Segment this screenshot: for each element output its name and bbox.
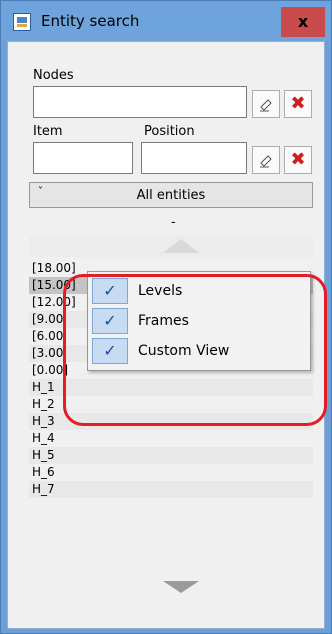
context-menu-label: Frames <box>138 313 189 329</box>
position-label: Position <box>144 124 195 139</box>
eraser-pick-icon <box>260 99 272 112</box>
list-item[interactable]: H_1 <box>29 379 313 396</box>
nodes-clear-button[interactable]: ✖ <box>284 90 312 118</box>
close-button[interactable]: x <box>281 7 325 37</box>
filter-label: All entities <box>136 188 206 203</box>
separator-text: - <box>171 215 176 230</box>
position-clear-button[interactable]: ✖ <box>284 146 312 174</box>
context-menu-label: Custom View <box>138 343 230 359</box>
item-input[interactable] <box>33 142 133 174</box>
window-title: Entity search <box>41 12 140 30</box>
list-item[interactable]: H_4 <box>29 430 313 447</box>
nodes-input[interactable] <box>33 86 247 118</box>
list-item[interactable]: H_7 <box>29 481 313 498</box>
entity-search-window: Entity search x Nodes ✖ Item Position ✖ <box>0 0 332 634</box>
nodes-pick-button[interactable] <box>252 90 280 118</box>
scroll-up-icon[interactable] <box>163 239 199 253</box>
list-item[interactable]: H_6 <box>29 464 313 481</box>
nodes-label: Nodes <box>33 68 74 83</box>
red-x-icon: ✖ <box>290 149 306 170</box>
entity-filter-dropdown[interactable]: ˅ All entities <box>29 182 313 208</box>
title-bar[interactable]: Entity search x <box>1 1 331 41</box>
context-menu: ✓ Levels ✓ Frames ✓ Custom View <box>87 271 311 371</box>
checkmark-icon: ✓ <box>92 308 128 334</box>
position-pick-button[interactable] <box>252 146 280 174</box>
list-item[interactable]: H_5 <box>29 447 313 464</box>
context-menu-label: Levels <box>138 283 183 299</box>
scroll-down-icon[interactable] <box>163 581 199 593</box>
item-label: Item <box>33 124 63 139</box>
entity-search-app-icon <box>13 13 31 31</box>
position-input[interactable] <box>141 142 247 174</box>
eraser-pick-icon <box>260 155 272 168</box>
context-menu-item-levels[interactable]: ✓ Levels <box>90 278 308 304</box>
context-menu-item-custom-view[interactable]: ✓ Custom View <box>90 338 308 364</box>
context-menu-item-frames[interactable]: ✓ Frames <box>90 308 308 334</box>
checkmark-icon: ✓ <box>92 278 128 304</box>
red-x-icon: ✖ <box>290 93 306 114</box>
checkmark-icon: ✓ <box>92 338 128 364</box>
list-item[interactable]: H_3 <box>29 413 313 430</box>
list-item[interactable]: H_2 <box>29 396 313 413</box>
